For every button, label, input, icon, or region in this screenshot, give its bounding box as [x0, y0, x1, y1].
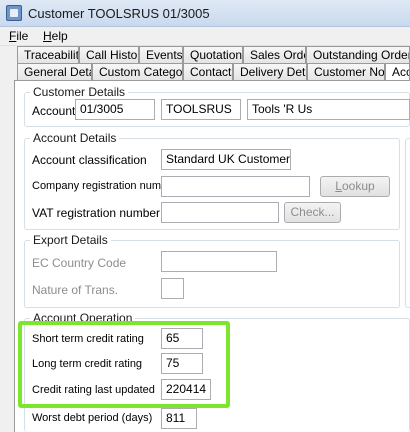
- tab-customer-notes[interactable]: Customer Notes: [307, 63, 385, 81]
- account-classification-label: Account classification: [32, 153, 147, 167]
- tab-account[interactable]: Account: [385, 63, 410, 81]
- menu-bar: File Help: [0, 27, 410, 46]
- tab-quotations[interactable]: Quotations: [183, 46, 243, 64]
- long-term-credit-field[interactable]: 75: [161, 353, 203, 374]
- tab-custom-categories[interactable]: Custom Categories: [92, 63, 183, 81]
- short-term-credit-field[interactable]: 65: [161, 328, 203, 349]
- account-label: Account: [32, 104, 76, 118]
- tab-traceability[interactable]: Traceability: [17, 46, 79, 64]
- window-title: Customer TOOLSRUS 01/3005: [28, 6, 210, 21]
- ec-country-code-field[interactable]: [161, 251, 277, 272]
- title-bar: Customer TOOLSRUS 01/3005: [0, 0, 410, 27]
- vat-registration-label: VAT registration number: [32, 206, 161, 220]
- credit-rating-updated-field[interactable]: 220414: [161, 379, 211, 400]
- app-icon: [6, 5, 22, 21]
- tab-outstanding-order-items[interactable]: Outstanding Order Items: [306, 46, 410, 64]
- nature-of-trans-label: Nature of Trans.: [32, 283, 119, 297]
- customer-details-title: Customer Details: [30, 85, 129, 99]
- tab-delivery-details[interactable]: Delivery Details: [233, 63, 307, 81]
- tab-events[interactable]: Events: [139, 46, 183, 64]
- credit-rating-updated-label: Credit rating last updated: [32, 384, 155, 396]
- long-term-credit-label: Long term credit rating: [32, 358, 143, 370]
- nature-of-trans-field[interactable]: [161, 278, 184, 299]
- lookup-button[interactable]: Lookup: [320, 176, 390, 197]
- account-name-field[interactable]: Tools 'R Us: [247, 99, 410, 120]
- check-button[interactable]: Check...: [284, 202, 341, 223]
- right-group-partial: [405, 138, 410, 308]
- tab-general-details[interactable]: General Details: [17, 63, 92, 81]
- ec-country-code-label: EC Country Code: [32, 256, 127, 270]
- menu-file[interactable]: File: [6, 29, 31, 43]
- vat-registration-field[interactable]: [161, 202, 279, 223]
- tab-call-history[interactable]: Call History: [79, 46, 139, 64]
- account-number-field[interactable]: 01/3005: [75, 99, 155, 120]
- export-details-title: Export Details: [30, 233, 111, 247]
- menu-help[interactable]: Help: [40, 29, 71, 43]
- company-registration-label: Company registration number: [32, 180, 177, 192]
- worst-debt-period-field[interactable]: 811: [161, 408, 197, 429]
- account-classification-field[interactable]: Standard UK Customer: [161, 149, 291, 170]
- company-registration-field[interactable]: [161, 176, 310, 197]
- worst-debt-period-label: Worst debt period (days): [32, 412, 153, 424]
- short-term-credit-label: Short term credit rating: [32, 333, 144, 345]
- account-details-title: Account Details: [30, 131, 120, 145]
- account-operation-title: Account Operation: [30, 311, 136, 325]
- account-code-field[interactable]: TOOLSRUS: [161, 99, 241, 120]
- tab-contacts[interactable]: Contacts: [183, 63, 233, 81]
- tab-sales-orders[interactable]: Sales Orders: [243, 46, 306, 64]
